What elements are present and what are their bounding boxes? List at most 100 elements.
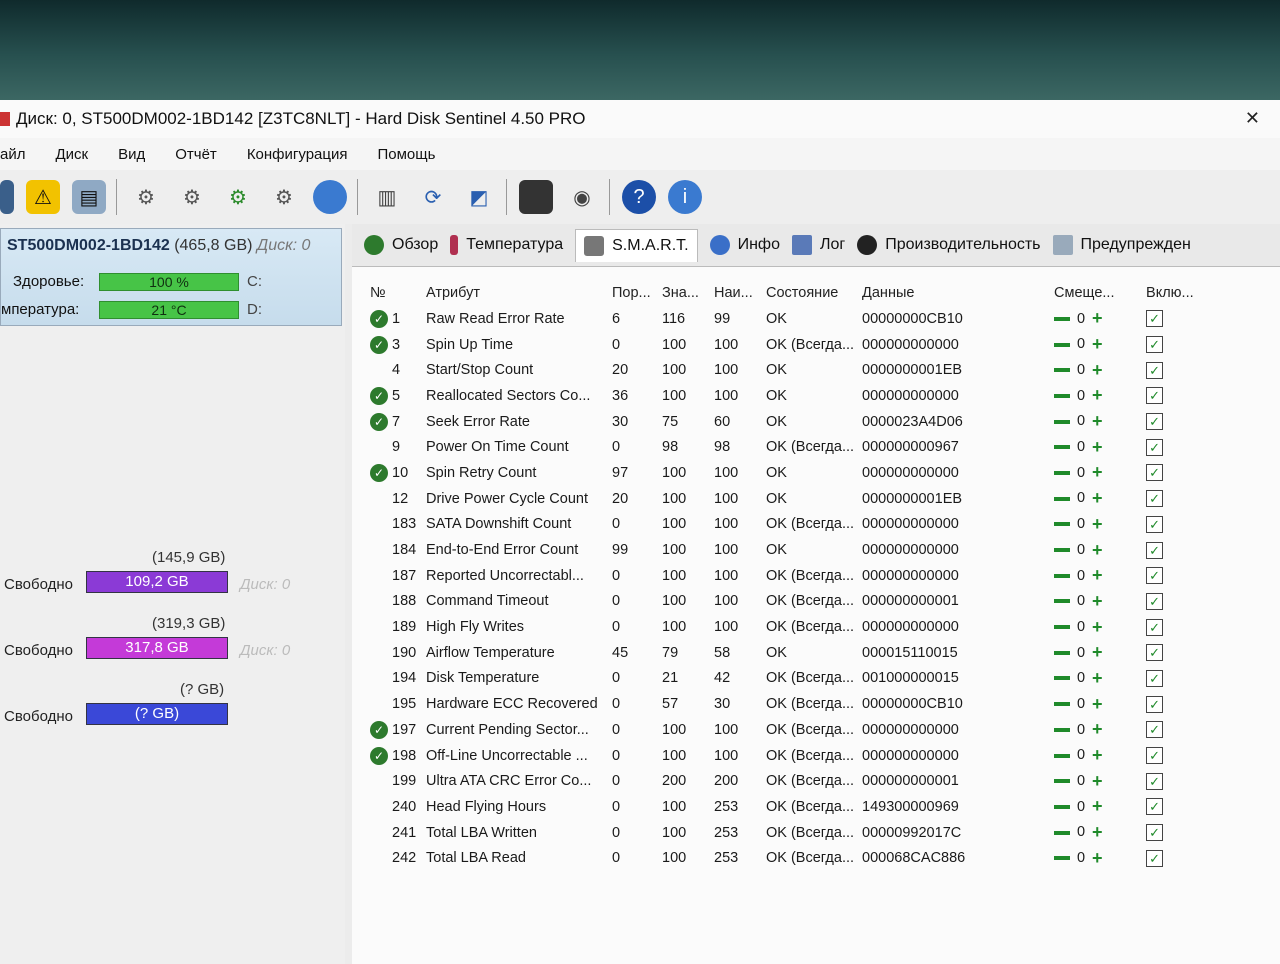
monitor-icon[interactable]: [519, 180, 553, 214]
increase-offset-icon[interactable]: +: [1092, 334, 1103, 354]
enabled-checkbox[interactable]: ✓: [1146, 310, 1164, 328]
col-worst[interactable]: Наи...: [710, 280, 762, 306]
table-row[interactable]: ✓ 10 Spin Retry Count 97 100 100 OK 0000000000…: [366, 460, 1210, 486]
tab-smart[interactable]: S.M.A.R.T.: [575, 228, 698, 262]
increase-offset-icon[interactable]: +: [1092, 848, 1103, 868]
disk-search-icon[interactable]: ⚙: [267, 180, 301, 214]
decrease-offset-icon[interactable]: [1054, 419, 1071, 424]
table-row[interactable]: 9 Power On Time Count 0 98 98 OK (Всегда... 00…: [366, 434, 1210, 460]
table-row[interactable]: 184 End-to-End Error Count 99 100 100 OK 00000…: [366, 537, 1210, 563]
decrease-offset-icon[interactable]: [1054, 445, 1071, 450]
col-enabled[interactable]: Вклю...: [1142, 280, 1210, 306]
disk-ok-test-icon[interactable]: ⚙: [221, 180, 255, 214]
refresh-icon[interactable]: [0, 180, 14, 214]
increase-offset-icon[interactable]: +: [1092, 591, 1103, 611]
volume-unknown[interactable]: (? GB) Свободно (? GB): [0, 681, 340, 751]
table-row[interactable]: 188 Command Timeout 0 100 100 OK (Всегда... 00…: [366, 589, 1210, 615]
enabled-checkbox[interactable]: ✓: [1146, 541, 1164, 559]
about-icon[interactable]: i: [668, 180, 702, 214]
table-row[interactable]: ✓ 198 Off-Line Uncorrectable ... 0 100 100 OK…: [366, 743, 1210, 769]
enabled-checkbox[interactable]: ✓: [1146, 438, 1164, 456]
menu-config[interactable]: Конфигурация: [247, 146, 348, 163]
menu-disk[interactable]: Диск: [55, 146, 88, 163]
decrease-offset-icon[interactable]: [1054, 702, 1071, 707]
col-status[interactable]: Состояние: [762, 280, 858, 306]
col-attribute[interactable]: Атрибут: [422, 280, 608, 306]
tab-overview[interactable]: Обзор: [364, 235, 438, 255]
col-threshold[interactable]: Пор...: [608, 280, 658, 306]
help-icon[interactable]: ?: [622, 180, 656, 214]
increase-offset-icon[interactable]: +: [1092, 796, 1103, 816]
table-row[interactable]: 195 Hardware ECC Recovered 0 57 30 OK (Всегда…: [366, 691, 1210, 717]
tab-performance[interactable]: Производительность: [857, 235, 1041, 255]
tab-temperature[interactable]: Температура: [450, 235, 563, 255]
enabled-checkbox[interactable]: ✓: [1146, 515, 1164, 533]
tab-info[interactable]: Инфо: [709, 235, 780, 255]
table-row[interactable]: 187 Reported Uncorrectabl... 0 100 100 OK (Вс…: [366, 563, 1210, 589]
decrease-offset-icon[interactable]: [1054, 625, 1071, 630]
sync-icon[interactable]: ⟳: [416, 180, 450, 214]
disk-test-icon[interactable]: ⚙: [129, 180, 163, 214]
enabled-checkbox[interactable]: ✓: [1146, 618, 1164, 636]
globe-icon[interactable]: [313, 180, 347, 214]
volume-c[interactable]: (145,9 GB) Свободно 109,2 GB Диск: 0: [0, 549, 340, 619]
decrease-offset-icon[interactable]: [1054, 753, 1071, 758]
increase-offset-icon[interactable]: +: [1092, 694, 1103, 714]
enabled-checkbox[interactable]: ✓: [1146, 695, 1164, 713]
increase-offset-icon[interactable]: +: [1092, 437, 1103, 457]
decrease-offset-icon[interactable]: [1054, 548, 1071, 553]
report-icon[interactable]: ▥: [370, 180, 404, 214]
table-row[interactable]: 241 Total LBA Written 0 100 253 OK (Всегда...…: [366, 820, 1210, 846]
increase-offset-icon[interactable]: +: [1092, 540, 1103, 560]
decrease-offset-icon[interactable]: [1054, 830, 1071, 835]
table-row[interactable]: 242 Total LBA Read 0 100 253 OK (Всегда... 000…: [366, 845, 1210, 871]
disk-info-icon[interactable]: ▤: [72, 180, 106, 214]
increase-offset-icon[interactable]: +: [1092, 771, 1103, 791]
table-row[interactable]: ✓ 3 Spin Up Time 0 100 100 OK (Всегда... 00000…: [366, 332, 1210, 358]
decrease-offset-icon[interactable]: [1054, 470, 1071, 475]
enabled-checkbox[interactable]: ✓: [1146, 644, 1164, 662]
increase-offset-icon[interactable]: +: [1092, 360, 1103, 380]
windows-icon[interactable]: ◩: [462, 180, 496, 214]
tab-warnings[interactable]: Предупрежден: [1052, 235, 1191, 255]
table-row[interactable]: 4 Start/Stop Count 20 100 100 OK 0000000001EB 0…: [366, 357, 1210, 383]
increase-offset-icon[interactable]: +: [1092, 411, 1103, 431]
table-row[interactable]: 240 Head Flying Hours 0 100 253 OK (Всегда...…: [366, 794, 1210, 820]
col-value[interactable]: Зна...: [658, 280, 710, 306]
decrease-offset-icon[interactable]: [1054, 727, 1071, 732]
decrease-offset-icon[interactable]: [1054, 804, 1071, 809]
table-row[interactable]: 12 Drive Power Cycle Count 20 100 100 OK 00000…: [366, 486, 1210, 512]
table-row[interactable]: 199 Ultra ATA CRC Error Co... 0 200 200 OK (В…: [366, 768, 1210, 794]
increase-offset-icon[interactable]: +: [1092, 385, 1103, 405]
increase-offset-icon[interactable]: +: [1092, 822, 1103, 842]
decrease-offset-icon[interactable]: [1054, 599, 1071, 604]
enabled-checkbox[interactable]: ✓: [1146, 772, 1164, 790]
increase-offset-icon[interactable]: +: [1092, 745, 1103, 765]
menu-view[interactable]: Вид: [118, 146, 145, 163]
tab-log[interactable]: Лог: [791, 235, 845, 255]
enabled-checkbox[interactable]: ✓: [1146, 567, 1164, 585]
decrease-offset-icon[interactable]: [1054, 393, 1071, 398]
col-data[interactable]: Данные: [858, 280, 1050, 306]
enabled-checkbox[interactable]: ✓: [1146, 361, 1164, 379]
enabled-checkbox[interactable]: ✓: [1146, 387, 1164, 405]
table-row[interactable]: 190 Airflow Temperature 45 79 58 OK 0000151100…: [366, 640, 1210, 666]
increase-offset-icon[interactable]: +: [1092, 719, 1103, 739]
menu-help[interactable]: Помощь: [377, 146, 435, 163]
disk-summary[interactable]: ST500DM002-1BD142 (465,8 GB) Диск: 0 Здо…: [0, 228, 342, 326]
table-row[interactable]: 189 High Fly Writes 0 100 100 OK (Всегда... 00…: [366, 614, 1210, 640]
enabled-checkbox[interactable]: ✓: [1146, 336, 1164, 354]
table-row[interactable]: ✓ 5 Reallocated Sectors Co... 36 100 100 OK 00…: [366, 383, 1210, 409]
table-row[interactable]: ✓ 1 Raw Read Error Rate 6 116 99 OK 00000000CB…: [366, 306, 1210, 332]
decrease-offset-icon[interactable]: [1054, 522, 1071, 527]
enabled-checkbox[interactable]: ✓: [1146, 721, 1164, 739]
close-icon[interactable]: ✕: [1245, 108, 1260, 129]
col-number[interactable]: №: [366, 280, 422, 306]
col-offset[interactable]: Смеще...: [1050, 280, 1142, 306]
enabled-checkbox[interactable]: ✓: [1146, 413, 1164, 431]
decrease-offset-icon[interactable]: [1054, 496, 1071, 501]
decrease-offset-icon[interactable]: [1054, 856, 1071, 861]
table-row[interactable]: ✓ 197 Current Pending Sector... 0 100 100 OK …: [366, 717, 1210, 743]
table-row[interactable]: 194 Disk Temperature 0 21 42 OK (Всегда... 001…: [366, 666, 1210, 692]
menu-report[interactable]: Отчёт: [175, 146, 217, 163]
